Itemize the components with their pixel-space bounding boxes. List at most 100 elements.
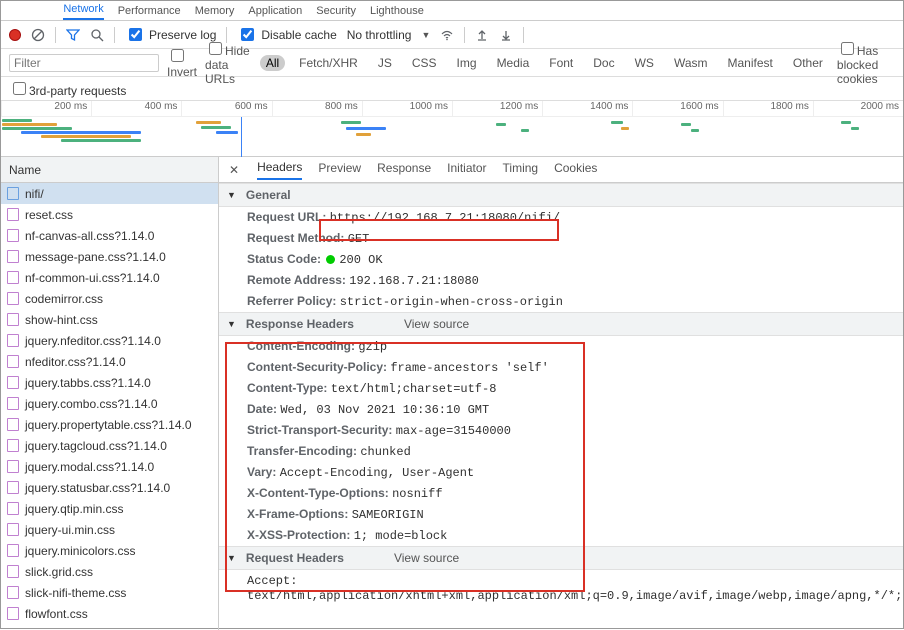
tab-timing[interactable]: Timing [503, 161, 539, 179]
tab-initiator[interactable]: Initiator [447, 161, 486, 179]
timeline-bars [1, 117, 903, 157]
request-row[interactable]: reset.css [1, 204, 218, 225]
request-name: jquery-ui.min.css [25, 523, 115, 537]
request-row[interactable]: nf-canvas-all.css?1.14.0 [1, 225, 218, 246]
chip-wasm[interactable]: Wasm [668, 55, 714, 71]
request-row[interactable]: slick-nifi-theme.css [1, 582, 218, 603]
request-row[interactable]: nf-common-ui.css?1.14.0 [1, 267, 218, 288]
request-name: slick.grid.css [25, 565, 93, 579]
chip-manifest[interactable]: Manifest [722, 55, 779, 71]
header-row: Date: Wed, 03 Nov 2021 10:36:10 GMT [219, 399, 903, 420]
clear-icon[interactable] [31, 28, 45, 42]
request-row[interactable]: nifi/ [1, 183, 218, 204]
third-party-checkbox[interactable]: 3rd-party requests [9, 79, 126, 98]
view-source-link[interactable]: View source [404, 317, 469, 331]
stylesheet-icon [7, 334, 19, 347]
request-row[interactable]: jquery.nfeditor.css?1.14.0 [1, 330, 218, 351]
stylesheet-icon [7, 439, 19, 452]
close-icon[interactable]: ✕ [229, 163, 239, 177]
general-section[interactable]: ▼ General [219, 183, 903, 207]
devtools-top-tabs: Console Network Performance Memory Appli… [1, 1, 903, 21]
tab-lighthouse[interactable]: Lighthouse [370, 5, 424, 20]
chevron-down-icon[interactable]: ▼ [421, 30, 430, 40]
request-name: jquery.tabbs.css?1.14.0 [25, 376, 151, 390]
request-row[interactable]: jquery.statusbar.css?1.14.0 [1, 477, 218, 498]
request-row[interactable]: jquery.combo.css?1.14.0 [1, 393, 218, 414]
chip-fetchxhr[interactable]: Fetch/XHR [293, 55, 364, 71]
upload-icon[interactable] [475, 28, 489, 42]
request-row[interactable]: jquery.minicolors.css [1, 540, 218, 561]
stylesheet-icon [7, 292, 19, 305]
chip-font[interactable]: Font [543, 55, 579, 71]
header-row: Remote Address: 192.168.7.21:18080 [219, 270, 903, 291]
view-source-link[interactable]: View source [394, 551, 459, 565]
disable-cache-checkbox[interactable]: Disable cache [237, 25, 336, 44]
request-row[interactable]: codemirror.css [1, 288, 218, 309]
request-row[interactable]: jquery.propertytable.css?1.14.0 [1, 414, 218, 435]
tab-application[interactable]: Application [248, 5, 302, 20]
chevron-down-icon: ▼ [227, 319, 236, 329]
request-list-panel: Name nifi/reset.cssnf-canvas-all.css?1.1… [1, 157, 219, 630]
chip-img[interactable]: Img [451, 55, 483, 71]
search-icon[interactable] [90, 28, 104, 42]
request-row[interactable]: jquery.modal.css?1.14.0 [1, 456, 218, 477]
request-row[interactable]: show-hint.css [1, 309, 218, 330]
request-row[interactable]: jquery-ui.min.css [1, 519, 218, 540]
chip-doc[interactable]: Doc [587, 55, 620, 71]
request-name: show-hint.css [25, 313, 98, 327]
chip-all[interactable]: All [260, 55, 285, 71]
response-headers-section[interactable]: ▼ Response Headers View source [219, 312, 903, 336]
tab-security[interactable]: Security [316, 5, 356, 20]
request-name: nifi/ [25, 187, 44, 201]
request-row[interactable]: flowfont.css [1, 603, 218, 624]
record-button[interactable] [9, 29, 21, 41]
throttling-select[interactable]: No throttling [347, 28, 412, 42]
tab-memory[interactable]: Memory [195, 5, 235, 20]
tab-performance[interactable]: Performance [118, 5, 181, 20]
preserve-log-checkbox[interactable]: Preserve log [125, 25, 216, 44]
request-name: jquery.statusbar.css?1.14.0 [25, 481, 170, 495]
filter-icon[interactable] [66, 28, 80, 42]
tab-headers[interactable]: Headers [257, 160, 302, 180]
filter-input[interactable] [9, 54, 159, 72]
request-name: codemirror.css [25, 292, 103, 306]
chip-ws[interactable]: WS [629, 55, 660, 71]
request-headers-section[interactable]: ▼ Request Headers View source [219, 546, 903, 570]
chevron-down-icon: ▼ [227, 190, 236, 200]
chip-other[interactable]: Other [787, 55, 829, 71]
tab-cookies[interactable]: Cookies [554, 161, 597, 179]
request-row[interactable]: jquery.tagcloud.css?1.14.0 [1, 435, 218, 456]
stylesheet-icon [7, 565, 19, 578]
stylesheet-icon [7, 607, 19, 620]
chip-css[interactable]: CSS [406, 55, 443, 71]
wifi-icon[interactable] [440, 28, 454, 42]
tab-network[interactable]: Network [63, 3, 103, 20]
stylesheet-icon [7, 586, 19, 599]
tab-preview[interactable]: Preview [318, 161, 361, 179]
request-row[interactable]: message-pane.css?1.14.0 [1, 246, 218, 267]
header-row: Vary: Accept-Encoding, User-Agent [219, 462, 903, 483]
request-name: jquery.minicolors.css [25, 544, 135, 558]
timeline-overview[interactable]: 200 ms 400 ms 600 ms 800 ms 1000 ms 1200… [1, 101, 903, 157]
blocked-cookies-checkbox[interactable]: Has blocked cookies [837, 39, 895, 86]
chip-media[interactable]: Media [491, 55, 536, 71]
filter-bar: Invert Hide data URLs All Fetch/XHR JS C… [1, 49, 903, 77]
request-name: jquery.propertytable.css?1.14.0 [25, 418, 192, 432]
request-row[interactable]: jquery.tabbs.css?1.14.0 [1, 372, 218, 393]
download-icon[interactable] [499, 28, 513, 42]
header-row: Request Method: GET [219, 228, 903, 249]
header-row: Content-Encoding: gzip [219, 336, 903, 357]
request-row[interactable]: nfeditor.css?1.14.0 [1, 351, 218, 372]
name-column-header[interactable]: Name [1, 157, 218, 183]
chip-js[interactable]: JS [372, 55, 398, 71]
request-name: jquery.qtip.min.css [25, 502, 123, 516]
hide-data-urls-checkbox[interactable]: Hide data URLs [205, 39, 252, 86]
tab-response[interactable]: Response [377, 161, 431, 179]
request-row[interactable]: jquery.qtip.min.css [1, 498, 218, 519]
header-row: Referrer Policy: strict-origin-when-cros… [219, 291, 903, 312]
stylesheet-icon [7, 250, 19, 263]
status-dot-icon [326, 255, 335, 264]
invert-checkbox[interactable]: Invert [167, 46, 197, 79]
stylesheet-icon [7, 271, 19, 284]
request-row[interactable]: slick.grid.css [1, 561, 218, 582]
